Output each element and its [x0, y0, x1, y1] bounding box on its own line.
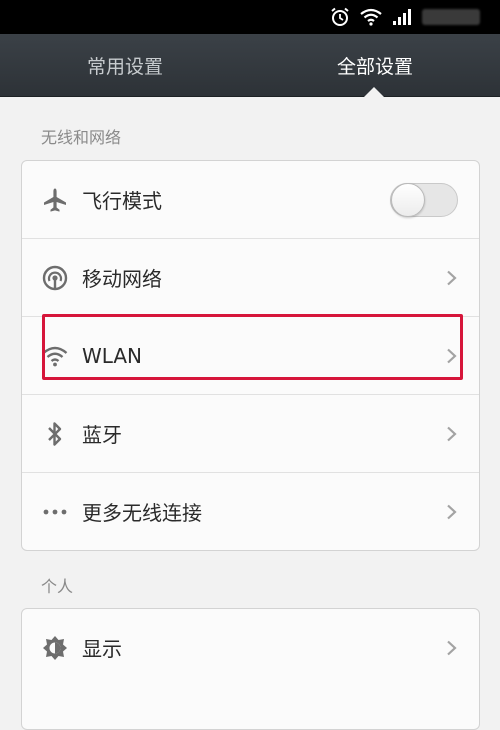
settings-row-bluetooth[interactable]: 蓝牙 [22, 395, 479, 473]
settings-row-label: WLAN [82, 343, 143, 368]
airplane-mode-toggle[interactable] [390, 182, 458, 217]
chevron-right-icon [447, 270, 457, 285]
chevron-right-icon [447, 348, 457, 363]
personal-settings-card: 显示 [21, 608, 480, 730]
settings-row-wlan[interactable]: WLAN [22, 317, 479, 395]
chevron-right-icon [447, 640, 457, 655]
settings-row-label: 更多无线连接 [82, 501, 202, 525]
settings-row-label: 蓝牙 [82, 423, 122, 447]
settings-row-label: 移动网络 [82, 267, 162, 291]
status-time-blurred [422, 9, 480, 25]
settings-row-label: 飞行模式 [82, 189, 162, 213]
wifi-icon [42, 343, 68, 369]
cellular-network-icon [42, 265, 68, 291]
settings-row-mobile-network[interactable]: 移动网络 [22, 239, 479, 317]
chevron-right-icon [447, 504, 457, 519]
settings-row-more-wireless[interactable]: 更多无线连接 [22, 473, 479, 550]
more-dots-icon [42, 499, 68, 525]
status-bar [0, 0, 500, 34]
brightness-icon [42, 635, 68, 661]
bluetooth-icon [42, 421, 68, 447]
section-title-wireless: 无线和网络 [41, 128, 122, 147]
active-tab-indicator [364, 87, 384, 97]
toggle-knob [391, 182, 425, 217]
signal-icon [393, 9, 411, 25]
settings-row-display[interactable]: 显示 [22, 609, 479, 686]
tab-common-settings[interactable]: 常用设置 [0, 34, 250, 96]
chevron-right-icon [447, 426, 457, 441]
alarm-icon [331, 7, 349, 26]
settings-row-label: 显示 [82, 637, 122, 661]
settings-tab-bar: 常用设置 全部设置 [0, 34, 500, 97]
airplane-icon [42, 187, 68, 213]
wifi-icon [360, 8, 382, 26]
section-title-personal: 个人 [41, 577, 74, 596]
settings-row-airplane-mode[interactable]: 飞行模式 [22, 161, 479, 239]
wireless-settings-card: 飞行模式 移动网络 WLAN 蓝牙 更多无线连接 [21, 160, 480, 551]
